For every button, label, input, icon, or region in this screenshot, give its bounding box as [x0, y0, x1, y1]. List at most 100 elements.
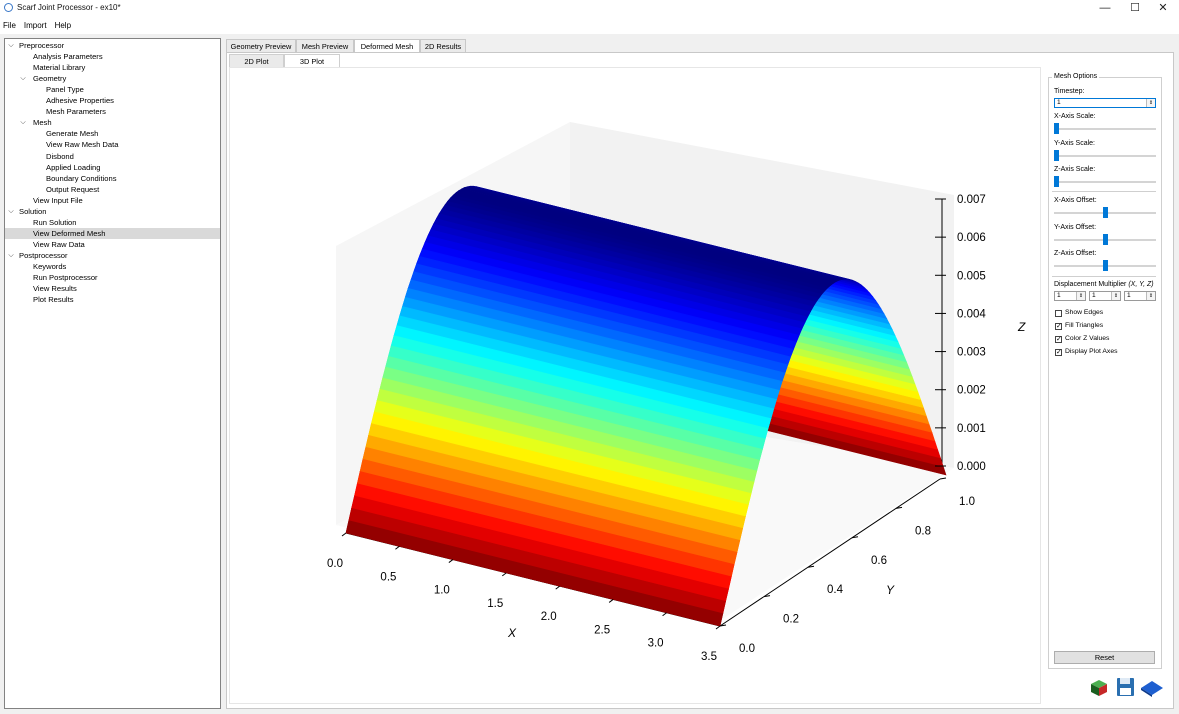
- tree-item-label: Material Library: [33, 63, 86, 73]
- tree-item[interactable]: View Raw Data: [5, 239, 220, 250]
- tree-item[interactable]: View Raw Mesh Data: [5, 139, 220, 150]
- chevron-down-icon[interactable]: ⌵: [7, 206, 15, 217]
- show-edges-label: Show Edges: [1065, 309, 1104, 316]
- z-tick-label: 0.002: [957, 385, 986, 397]
- spin-arrows-icon[interactable]: ⇕: [1076, 292, 1085, 300]
- y-tick-label: 0.2: [783, 614, 799, 626]
- tab-mesh-preview[interactable]: Mesh Preview: [296, 39, 354, 52]
- y-scale-slider-handle[interactable]: [1054, 150, 1059, 161]
- disp-z-spinbox[interactable]: 1 ⇕: [1124, 291, 1156, 301]
- menu-help[interactable]: Help: [51, 18, 75, 34]
- y-tick-label: 0.0: [739, 643, 755, 655]
- x-scale-slider[interactable]: [1054, 128, 1156, 130]
- timestep-spinbox[interactable]: 1 ⇕: [1054, 98, 1156, 108]
- y-scale-slider[interactable]: [1054, 155, 1156, 157]
- surface-plot-3d[interactable]: 0.0 0.5 1.0 1.5 2.0 2.5 3.0 3.5 0.0 0.2 0.4 0.6 0.8…: [230, 68, 1040, 703]
- tree-item[interactable]: Applied Loading: [5, 162, 220, 173]
- maximize-button[interactable]: ☐: [1120, 1, 1150, 17]
- tree-item[interactable]: Disbond: [5, 151, 220, 162]
- x-tick-label: 3.5: [701, 651, 717, 663]
- y-tick-label: 0.6: [871, 555, 887, 567]
- z-scale-slider-handle[interactable]: [1054, 176, 1059, 187]
- tree-item[interactable]: Mesh Parameters: [5, 106, 220, 117]
- tree-item[interactable]: ⌵ Preprocessor: [5, 40, 220, 51]
- disp-z-value[interactable]: 1: [1127, 292, 1131, 299]
- disp-x-value[interactable]: 1: [1057, 292, 1061, 299]
- z-offset-slider-handle[interactable]: [1102, 260, 1108, 271]
- x-tick-label: 0.0: [327, 558, 343, 570]
- plane-icon[interactable]: [1140, 676, 1164, 698]
- tree-item[interactable]: Boundary Conditions: [5, 173, 220, 184]
- spin-arrows-icon[interactable]: ⇕: [1146, 99, 1155, 107]
- tree-item-label: Disbond: [46, 151, 74, 161]
- tree-item-label: Output Request: [46, 184, 100, 194]
- tree-item[interactable]: View Results: [5, 283, 220, 294]
- spin-arrows-icon[interactable]: ⇕: [1146, 292, 1155, 300]
- x-scale-slider-handle[interactable]: [1054, 123, 1059, 134]
- subtab-3d-plot[interactable]: 3D Plot: [284, 54, 340, 68]
- reset-button[interactable]: Reset: [1054, 651, 1155, 664]
- tree-item[interactable]: Keywords: [5, 261, 220, 272]
- spin-arrows-icon[interactable]: ⇕: [1111, 292, 1120, 300]
- x-tick-mark: [395, 545, 400, 550]
- disp-y-value[interactable]: 1: [1092, 292, 1096, 299]
- tree-item[interactable]: Generate Mesh: [5, 128, 220, 139]
- chevron-down-icon[interactable]: ⌵: [7, 40, 15, 51]
- minimize-button[interactable]: —: [1090, 1, 1120, 17]
- tree-item-label: Keywords: [33, 262, 67, 271]
- tree-item[interactable]: Material Library: [5, 62, 220, 73]
- close-button[interactable]: ✕: [1148, 1, 1178, 17]
- disp-x-spinbox[interactable]: 1 ⇕: [1054, 291, 1086, 301]
- box-icon[interactable]: [1088, 676, 1110, 698]
- show-edges-checkbox[interactable]: [1055, 310, 1062, 317]
- tree-item[interactable]: View Input File: [5, 195, 220, 206]
- save-icon[interactable]: [1115, 676, 1137, 698]
- disp-y-spinbox[interactable]: 1 ⇕: [1089, 291, 1121, 301]
- tree-item[interactable]: View Deformed Mesh: [5, 227, 220, 239]
- tree-item[interactable]: Output Request: [5, 184, 220, 195]
- timestep-value[interactable]: 1: [1057, 99, 1061, 106]
- separator: [1052, 276, 1156, 277]
- y-axis-label: Y: [886, 583, 895, 597]
- y-offset-slider-handle[interactable]: [1102, 234, 1108, 245]
- y-tick-label: 1.0: [959, 496, 975, 508]
- tree-item[interactable]: ⌵ Mesh: [5, 117, 220, 128]
- z-tick-label: 0.006: [957, 232, 986, 244]
- tree-item[interactable]: ⌵ Solution: [5, 206, 220, 217]
- tree-item[interactable]: Analysis Parameters: [5, 51, 220, 62]
- tree-item-label: View Raw Mesh Data: [46, 140, 119, 150]
- y-offset-label: Y-Axis Offset:: [1054, 224, 1097, 231]
- tree-item[interactable]: Panel Type: [5, 84, 220, 95]
- tree-item[interactable]: Plot Results: [5, 294, 220, 305]
- tree-item[interactable]: Run Postprocessor: [5, 272, 220, 283]
- x-tick-label: 1.5: [487, 598, 503, 610]
- tab-deformed-mesh[interactable]: Deformed Mesh: [354, 39, 420, 53]
- tree-item[interactable]: Run Solution: [5, 217, 220, 228]
- x-offset-slider-handle[interactable]: [1102, 207, 1108, 218]
- menu-file[interactable]: File: [0, 18, 20, 34]
- app-icon: [4, 3, 13, 12]
- z-tick-label: 0.001: [957, 423, 986, 435]
- color-z-values-checkbox[interactable]: ✓: [1055, 336, 1062, 343]
- tree-item-label: Run Postprocessor: [33, 273, 98, 283]
- tree-item[interactable]: ⌵ Postprocessor: [5, 250, 220, 261]
- x-tick-mark: [662, 612, 667, 617]
- tree-item[interactable]: Adhesive Properties: [5, 95, 220, 106]
- x-tick-label: 3.0: [648, 638, 664, 650]
- subtab-2d-plot[interactable]: 2D Plot: [229, 54, 284, 67]
- displacement-multiplier-text: Displacement Multiplier: [1054, 281, 1127, 288]
- z-tick-label: 0.003: [957, 347, 986, 359]
- menu-import[interactable]: Import: [20, 18, 51, 34]
- tab-geometry-preview[interactable]: Geometry Preview: [226, 39, 296, 52]
- tree-item[interactable]: ⌵ Geometry: [5, 73, 220, 84]
- fill-triangles-checkbox[interactable]: ✓: [1055, 323, 1062, 330]
- chevron-down-icon[interactable]: ⌵: [19, 117, 27, 128]
- display-plot-axes-checkbox[interactable]: ✓: [1055, 349, 1062, 356]
- chevron-down-icon[interactable]: ⌵: [7, 250, 15, 261]
- title-bar: Scarf Joint Processor - ex10* — ☐ ✕: [0, 0, 1179, 18]
- z-tick-label: 0.000: [957, 461, 986, 473]
- chevron-down-icon[interactable]: ⌵: [19, 73, 27, 84]
- tab-2d-results[interactable]: 2D Results: [420, 39, 466, 52]
- tree-item-label: Applied Loading: [46, 162, 101, 172]
- z-scale-slider[interactable]: [1054, 181, 1156, 183]
